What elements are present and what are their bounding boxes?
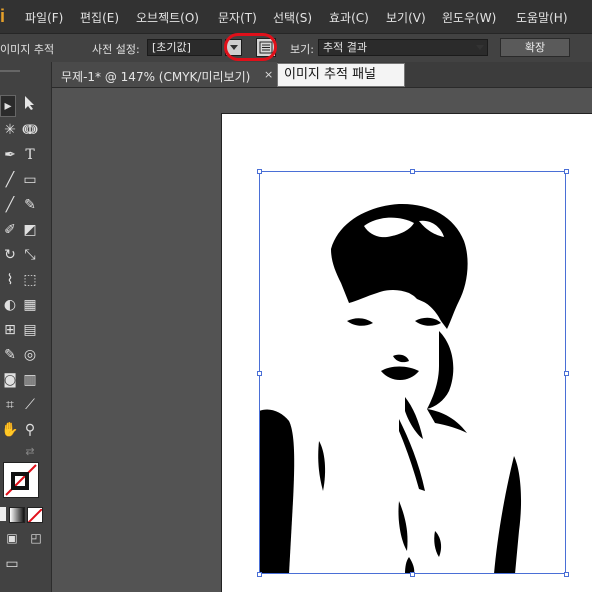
app-logo: i: [0, 6, 6, 26]
magic-wand-tool[interactable]: ✳: [0, 120, 20, 140]
image-trace-title: 이미지 추적: [0, 43, 55, 56]
mesh-tool[interactable]: ⊞: [0, 320, 20, 340]
view-dropdown[interactable]: 추적 결과: [318, 39, 488, 56]
view-label: 보기:: [290, 43, 314, 56]
stroke-swatch[interactable]: [11, 472, 29, 490]
free-transform-tool[interactable]: ⬚: [20, 270, 40, 290]
document-tab[interactable]: 무제-1* @ 147% (CMYK/미리보기) ×: [52, 62, 277, 87]
eyedropper-tool[interactable]: ✎: [0, 345, 20, 365]
none-icon: [28, 508, 42, 522]
close-icon[interactable]: ×: [264, 68, 273, 81]
rectangle-tool[interactable]: ▭: [20, 170, 40, 190]
none-mode-button[interactable]: [27, 507, 43, 523]
draw-behind-icon[interactable]: ◰: [26, 528, 46, 548]
resize-handle[interactable]: [564, 169, 569, 174]
zoom-tool[interactable]: ⚲: [20, 420, 40, 440]
resize-handle[interactable]: [564, 371, 569, 376]
line-tool[interactable]: ╱: [0, 170, 20, 190]
menu-help[interactable]: 도움말(H): [516, 9, 568, 26]
resize-handle[interactable]: [257, 169, 262, 174]
hand-tool[interactable]: ✋: [0, 420, 20, 440]
rotate-tool[interactable]: ↻: [0, 245, 20, 265]
view-value: 추적 결과: [323, 41, 367, 54]
blend-tool[interactable]: ◎: [20, 345, 40, 365]
direct-selection-icon: [25, 96, 34, 110]
resize-handle[interactable]: [564, 572, 569, 577]
menu-effect[interactable]: 효과(C): [329, 9, 369, 26]
screen-mode-icon[interactable]: ▭: [2, 554, 22, 574]
shape-builder-tool[interactable]: ◐: [0, 295, 20, 315]
gradient-tool[interactable]: ▤: [20, 320, 40, 340]
resize-handle[interactable]: [410, 169, 415, 174]
gradient-mode-button[interactable]: [9, 507, 25, 523]
selection-tool[interactable]: ▸: [0, 95, 16, 117]
tools-panel: ▸ ✳ ↈ ✒ T ╱ ▭ ╱ ✎ ✐ ◩ ↻ ⤡ ⌇ ⬚ ◐ ▦ ⊞ ▤ ✎ …: [0, 62, 52, 592]
resize-handle[interactable]: [257, 572, 262, 577]
tooltip: 이미지 추적 패널: [277, 63, 405, 87]
menu-type[interactable]: 문자(T): [218, 9, 257, 26]
blob-brush-tool[interactable]: ✐: [0, 220, 20, 240]
draw-normal-icon[interactable]: ▣: [2, 528, 22, 548]
paintbrush-tool[interactable]: ╱: [0, 195, 20, 215]
menu-edit[interactable]: 편집(E): [80, 9, 119, 26]
preset-label: 사전 설정:: [92, 43, 140, 56]
chevron-down-icon: [472, 40, 487, 55]
expand-button[interactable]: 확장: [500, 38, 570, 57]
color-mode-button[interactable]: [0, 507, 6, 521]
symbol-sprayer-tool[interactable]: ◙: [0, 370, 20, 390]
column-graph-tool[interactable]: ▥: [20, 370, 40, 390]
perspective-grid-tool[interactable]: ▦: [20, 295, 40, 315]
resize-handle[interactable]: [257, 371, 262, 376]
swap-colors-icon[interactable]: ⇄: [20, 442, 40, 462]
control-bar: 이미지 추적 사전 설정: [초기값] 보기: 추적 결과 확장: [0, 34, 592, 63]
menu-select[interactable]: 선택(S): [273, 9, 312, 26]
preset-dropdown[interactable]: [초기값]: [147, 39, 222, 56]
menu-bar: i 파일(F) 편집(E) 오브젝트(O) 문자(T) 선택(S) 효과(C) …: [0, 0, 592, 34]
menu-view[interactable]: 보기(V): [386, 9, 426, 26]
slice-tool[interactable]: ⟋: [20, 395, 40, 415]
width-tool[interactable]: ⌇: [0, 270, 20, 290]
artboard-tool[interactable]: ⌗: [0, 395, 20, 415]
menu-object[interactable]: 오브젝트(O): [136, 9, 199, 26]
menu-window[interactable]: 윈도우(W): [442, 9, 496, 26]
resize-handle[interactable]: [410, 572, 415, 577]
selection-bounding-box: [259, 171, 566, 574]
scale-tool[interactable]: ⤡: [20, 245, 40, 265]
eraser-tool[interactable]: ◩: [20, 220, 40, 240]
panel-grip: [0, 70, 20, 72]
menu-file[interactable]: 파일(F): [25, 9, 63, 26]
document-tab-label: 무제-1* @ 147% (CMYK/미리보기): [61, 70, 251, 84]
pen-tool[interactable]: ✒: [0, 145, 20, 165]
direct-selection-tool[interactable]: [20, 95, 40, 115]
preset-value: [초기값]: [152, 41, 191, 54]
type-tool[interactable]: T: [20, 145, 40, 165]
pencil-tool[interactable]: ✎: [20, 195, 40, 215]
highlight-circle: [224, 33, 277, 61]
lasso-tool[interactable]: ↈ: [20, 120, 40, 140]
